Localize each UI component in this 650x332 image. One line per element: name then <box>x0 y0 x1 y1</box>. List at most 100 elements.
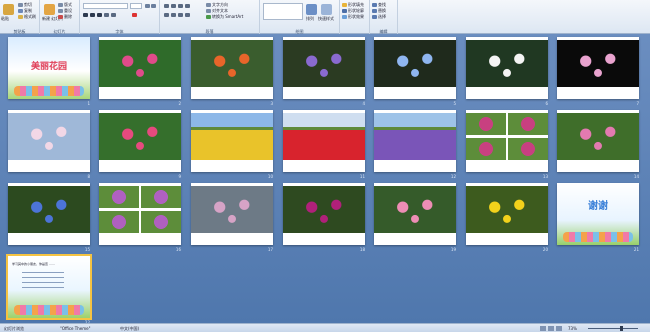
numbering-icon[interactable] <box>171 4 176 8</box>
strikethrough-icon[interactable] <box>104 13 109 17</box>
font-size-select[interactable] <box>130 3 142 9</box>
quick-styles-button[interactable]: 快速样式 <box>318 17 334 21</box>
quick-styles-icon[interactable] <box>321 4 332 15</box>
slide-thumbnail[interactable] <box>191 110 273 172</box>
shape-fill-icon[interactable] <box>342 3 347 7</box>
slide-thumbnail[interactable] <box>191 183 273 245</box>
replace-button[interactable]: 替换 <box>378 9 386 13</box>
slide-image <box>374 113 456 160</box>
slide-thumbnail[interactable] <box>374 37 456 99</box>
shape-effects-button[interactable]: 形状效果 <box>348 15 364 19</box>
slide-sorter[interactable]: 美丽花园 1 2 3 4 5 6 7 8 9 10 11 12 13 14 15 16 17 18 19 20 谢谢 21 学… <box>0 34 650 325</box>
slide-thumbnail[interactable] <box>283 183 365 245</box>
align-right-icon[interactable] <box>178 13 183 17</box>
select-icon[interactable] <box>372 15 377 19</box>
slide-thumbnail[interactable]: 美丽花园 <box>8 37 90 99</box>
slide-thumbnail[interactable] <box>8 183 90 245</box>
slide-number: 18 <box>359 247 365 252</box>
justify-icon[interactable] <box>185 13 190 17</box>
reset-button[interactable]: 重设 <box>64 9 72 13</box>
arrange-icon[interactable] <box>306 4 317 15</box>
slide-thumbnail[interactable] <box>374 110 456 172</box>
slide-thumbnail[interactable] <box>557 110 639 172</box>
arrange-button[interactable]: 排列 <box>306 17 314 21</box>
grow-font-icon[interactable] <box>145 4 150 8</box>
slide-thumbnail[interactable] <box>191 37 273 99</box>
copy-button[interactable]: 复制 <box>24 9 32 13</box>
find-button[interactable]: 查找 <box>378 3 386 7</box>
align-left-icon[interactable] <box>164 13 169 17</box>
slide-thumbnail[interactable] <box>466 110 548 172</box>
slide-number: 15 <box>84 247 90 252</box>
slide-thumbnail[interactable] <box>283 110 365 172</box>
cut-button[interactable]: 剪切 <box>24 3 32 7</box>
normal-view-icon[interactable] <box>540 326 546 331</box>
delete-button[interactable]: 删除 <box>64 15 72 19</box>
shape-effects-icon[interactable] <box>342 15 347 19</box>
font-color-icon[interactable] <box>132 13 137 17</box>
format-painter-button[interactable]: 格式刷 <box>24 15 36 19</box>
slide-sorter-view-icon[interactable] <box>548 326 554 331</box>
slide-thumbnail[interactable] <box>99 37 181 99</box>
paste-button[interactable]: 粘贴 <box>1 17 9 21</box>
slide-thumbnail[interactable] <box>99 110 181 172</box>
shrink-font-icon[interactable] <box>151 4 156 8</box>
align-text-icon[interactable] <box>206 9 211 13</box>
text-direction-button[interactable]: 文字方向 <box>212 3 228 7</box>
decrease-indent-icon[interactable] <box>178 4 183 8</box>
smartart-icon[interactable] <box>206 15 211 19</box>
ribbon-group-drawing: 排列 快速样式 绘图 <box>260 0 340 34</box>
bullets-icon[interactable] <box>164 4 169 8</box>
replace-icon[interactable] <box>372 9 377 13</box>
shape-fill-button[interactable]: 形状填充 <box>348 3 364 7</box>
align-center-icon[interactable] <box>171 13 176 17</box>
slide-thumbnail[interactable] <box>283 37 365 99</box>
zoom-slider-thumb[interactable] <box>620 326 623 331</box>
delete-icon[interactable] <box>58 15 63 19</box>
copy-icon[interactable] <box>18 9 23 13</box>
ribbon-group-font: 字体 <box>80 0 160 34</box>
layout-button[interactable]: 版式 <box>64 3 72 7</box>
slide-thumbnail[interactable] <box>374 183 456 245</box>
reset-icon[interactable] <box>58 9 63 13</box>
cartoon-kids-image <box>563 232 633 242</box>
select-button[interactable]: 选择 <box>378 15 386 19</box>
collage-tile <box>141 211 181 233</box>
increase-indent-icon[interactable] <box>185 4 190 8</box>
find-icon[interactable] <box>372 3 377 7</box>
slide-thumbnail[interactable]: 学习其中的小朋友，你是否 …… <box>6 254 92 320</box>
font-name-select[interactable] <box>83 3 128 9</box>
slide-thumbnail[interactable] <box>8 110 90 172</box>
smartart-button[interactable]: 转换为 SmartArt <box>212 15 243 19</box>
shadow-icon[interactable] <box>111 13 116 17</box>
slideshow-view-icon[interactable] <box>556 326 562 331</box>
slide-thumbnail[interactable] <box>557 37 639 99</box>
slide-number: 2 <box>178 101 181 106</box>
format-painter-icon[interactable] <box>18 15 23 19</box>
align-text-button[interactable]: 对齐文本 <box>212 9 228 13</box>
slide-thumbnail[interactable] <box>466 183 548 245</box>
slide-number: 4 <box>362 101 365 106</box>
shapes-gallery[interactable] <box>263 3 303 20</box>
layout-icon[interactable] <box>58 3 63 7</box>
shape-outline-icon[interactable] <box>342 9 347 13</box>
bold-icon[interactable] <box>83 13 88 17</box>
italic-icon[interactable] <box>90 13 95 17</box>
slide-image <box>99 186 181 233</box>
slide-number: 8 <box>87 174 90 179</box>
cut-icon[interactable] <box>18 3 23 7</box>
text-direction-icon[interactable] <box>206 3 211 7</box>
slide-thumbnail[interactable] <box>99 183 181 245</box>
underline-icon[interactable] <box>97 13 102 17</box>
slide-thumbnail[interactable]: 谢谢 <box>557 183 639 245</box>
slide-image <box>557 40 639 87</box>
new-slide-icon[interactable] <box>44 4 55 15</box>
slide-text: 学习其中的小朋友，你是否 …… <box>12 262 55 266</box>
slide-number: 5 <box>453 101 456 106</box>
slide-thumbnail[interactable] <box>466 37 548 99</box>
shape-outline-button[interactable]: 形状轮廓 <box>348 9 364 13</box>
zoom-slider[interactable] <box>588 328 638 329</box>
paste-icon[interactable] <box>3 4 14 15</box>
text-line <box>22 272 64 273</box>
collage-tile <box>99 186 139 208</box>
